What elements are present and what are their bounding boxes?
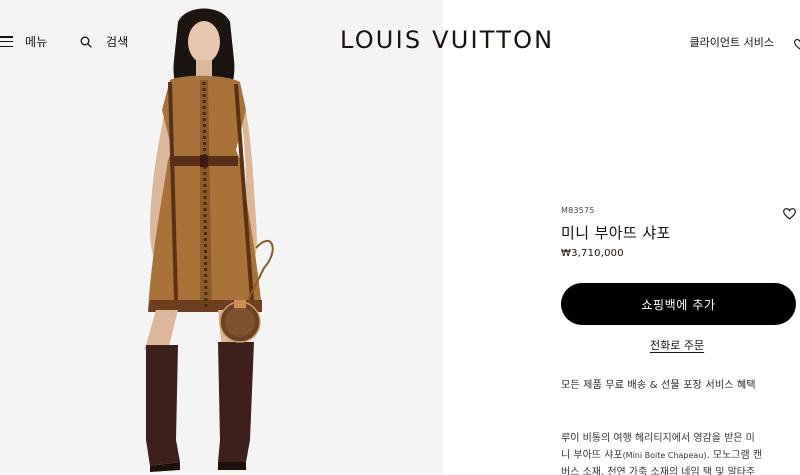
hamburger-icon — [0, 36, 13, 47]
services-info[interactable]: 모든 제품 무료 배송 & 선물 포장 서비스 혜택 — [561, 376, 756, 391]
description-line: 루이 비통의 여행 헤리티지에서 영감을 받은 미 — [561, 433, 755, 444]
search-button[interactable]: 검색 — [80, 33, 128, 50]
description-line: 니 부아뜨 샤포(Mini Boite Chapeau). 모노그램 캔 — [561, 447, 800, 464]
heart-icon — [794, 39, 800, 50]
description-text: 니 부아뜨 샤포 — [561, 450, 623, 461]
add-to-wishlist-button[interactable] — [783, 205, 796, 224]
menu-button[interactable]: 메뉴 — [0, 33, 47, 50]
description-text: . 모노그램 캔 — [706, 450, 763, 461]
search-icon — [80, 36, 92, 48]
heart-icon — [783, 208, 796, 220]
search-label: 검색 — [106, 35, 129, 49]
phone-order-link[interactable]: 전화로 주문 — [650, 337, 704, 353]
description-original-name: (Mini Boite Chapeau) — [622, 451, 707, 460]
product-description: 루이 비통의 여행 헤리티지에서 영감을 받은 미 니 부아뜨 샤포(Mini … — [561, 430, 800, 475]
product-name: 미니 부아뜨 샤포 — [561, 224, 671, 242]
brand-logo[interactable]: LOUIS VUITTON — [340, 26, 554, 54]
add-to-bag-button[interactable]: 쇼핑백에 추가 — [561, 283, 796, 325]
product-sku: M83575 — [561, 206, 595, 215]
menu-label: 메뉴 — [25, 35, 48, 49]
product-price: ₩3,710,000 — [561, 248, 624, 259]
site-header: 메뉴 검색 LOUIS VUITTON 클라이언트 서비스 — [0, 0, 800, 80]
description-line: 버스 소재, 천연 가죽 소재의 네임 택 및 말타주 — [561, 467, 756, 475]
header-wishlist-button[interactable] — [794, 35, 800, 54]
client-service-link[interactable]: 클라이언트 서비스 — [690, 34, 774, 50]
